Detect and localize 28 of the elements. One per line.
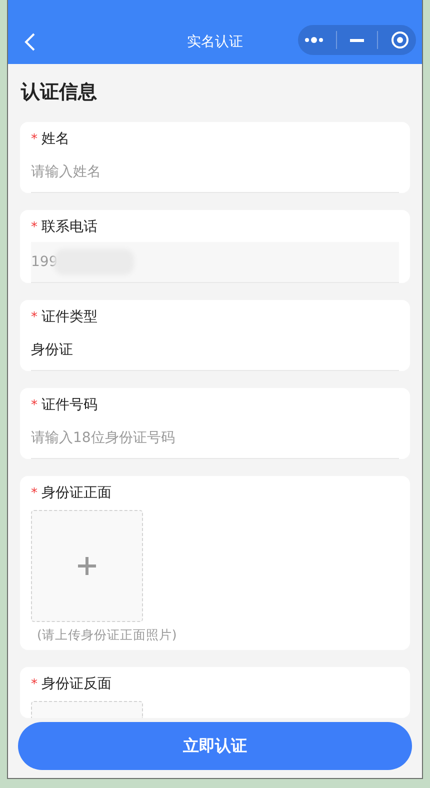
page-title: 实名认证 [187,33,243,51]
field-label: 身份证反面 [42,675,112,693]
required-mark: * [31,310,38,324]
section-title: 认证信息 [20,80,98,105]
input-field[interactable]: 请输入18位身份证号码 [31,418,399,459]
upload-hint: (请上传身份证正面照片) [36,626,178,644]
back-icon[interactable] [24,33,36,51]
required-mark: * [31,676,38,692]
minimize-icon[interactable] [350,38,364,42]
required-mark: * [31,398,38,412]
text-input[interactable]: 身份证 [31,340,399,360]
field-label: 姓名 [42,130,70,148]
phone-field: 199 [31,242,399,283]
text-input[interactable]: 请输入18位身份证号码 [31,428,399,448]
field-label: 证件类型 [42,308,98,326]
text-input[interactable]: 请输入姓名 [31,162,399,182]
required-mark: * [31,220,38,234]
input-field[interactable]: 请输入姓名 [31,152,399,193]
field-label: 联系电话 [42,218,98,236]
plus-icon [78,557,96,575]
submit-button[interactable]: 立即认证 [18,722,412,770]
more-icon[interactable] [304,37,323,43]
input-field[interactable]: 身份证 [31,330,399,371]
required-mark: * [31,486,38,500]
field-label: 身份证正面 [42,484,112,502]
field-label: 证件号码 [42,396,98,414]
target-icon[interactable] [391,31,410,49]
required-mark: * [31,132,38,146]
